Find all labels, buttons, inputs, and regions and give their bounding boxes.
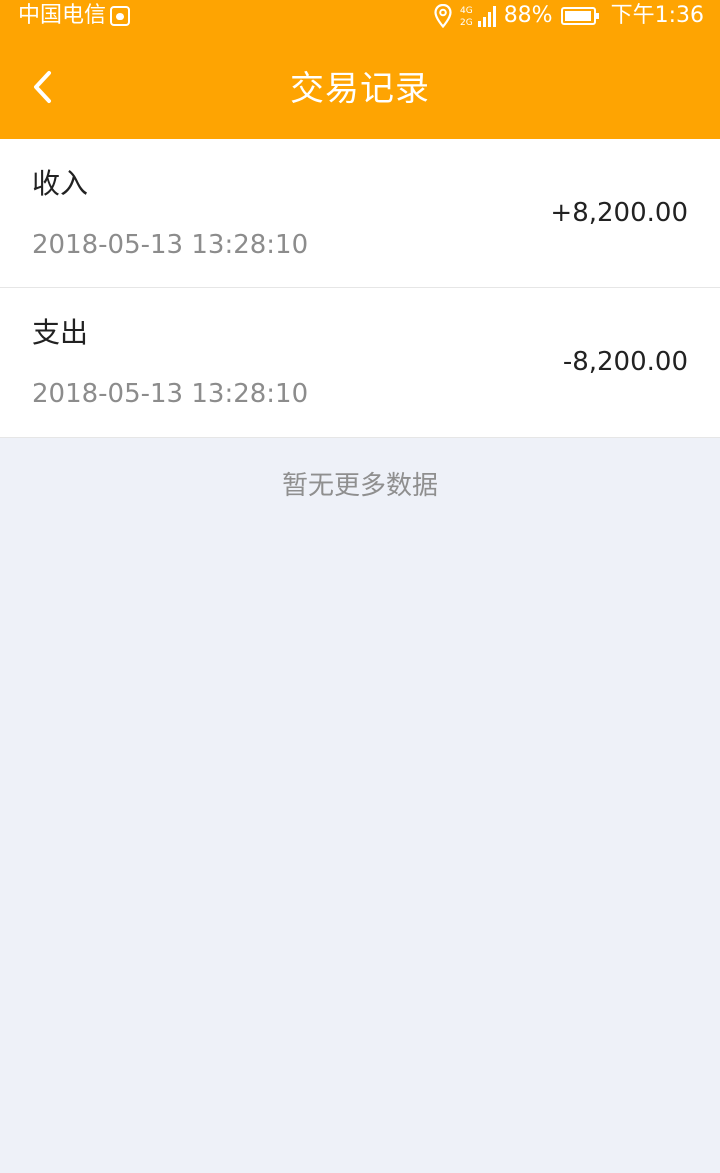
carrier-group: 中国电信: [18, 2, 131, 30]
status-bar: 中国电信 4G 2G 88% 下午1:36: [0, 0, 720, 32]
transaction-list: 收入 2018-05-13 13:28:10 +8,200.00 支出 2018…: [0, 139, 720, 438]
app-header: 中国电信 4G 2G 88% 下午1:36 交易记录: [0, 0, 720, 139]
nav-bar: 交易记录: [0, 40, 720, 139]
transaction-row-income[interactable]: 收入 2018-05-13 13:28:10 +8,200.00: [0, 139, 720, 288]
carrier-name: 中国电信: [18, 3, 107, 28]
status-right-group: 4G 2G 88% 下午1:36: [434, 2, 704, 30]
transaction-amount: -8,200.00: [562, 347, 688, 377]
battery-percent: 88%: [503, 3, 553, 28]
battery-icon: [560, 6, 601, 26]
network-label-bottom: 2G: [460, 18, 473, 28]
baidu-app-icon: [110, 6, 131, 26]
clock: 下午1:36: [610, 3, 704, 28]
transaction-time: 2018-05-13 13:28:10: [32, 230, 309, 260]
transaction-type: 支出: [32, 316, 89, 349]
transaction-type: 收入: [32, 167, 89, 200]
transaction-amount: +8,200.00: [550, 198, 688, 228]
location-icon: [434, 4, 452, 28]
no-more-data-label: 暂无更多数据: [281, 471, 438, 501]
transaction-row-expense[interactable]: 支出 2018-05-13 13:28:10 -8,200.00: [0, 288, 720, 438]
signal-icon: 4G 2G: [460, 3, 500, 29]
page-title: 交易记录: [290, 69, 430, 109]
transaction-time: 2018-05-13 13:28:10: [32, 379, 309, 409]
network-label-top: 4G: [460, 6, 473, 16]
